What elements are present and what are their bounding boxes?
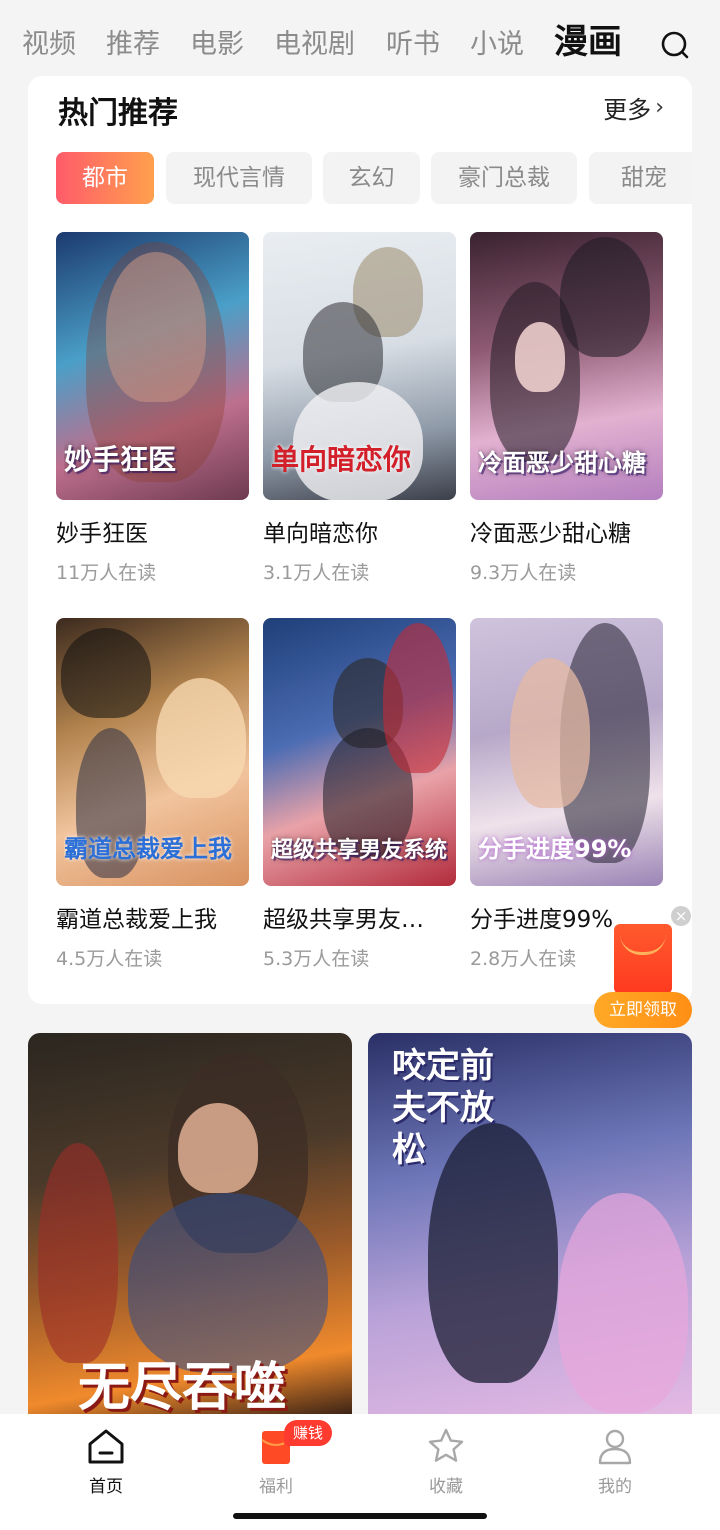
book-card[interactable]: 超级共享男友系统 超级共享男友… 5.3万人在读: [263, 618, 456, 971]
book-readers: 5.3万人在读: [263, 948, 370, 970]
book-readers: 3.1万人在读: [263, 562, 370, 584]
book-card[interactable]: 霸道总裁爱上我 霸道总裁爱上我 4.5万人在读: [56, 618, 249, 971]
book-cover[interactable]: 分手进度99%: [470, 618, 663, 886]
book-card[interactable]: 妙手狂医 妙手狂医 11万人在读: [56, 232, 249, 585]
section-title: 热门推荐: [58, 96, 178, 131]
book-readers: 4.5万人在读: [56, 948, 163, 970]
book-title: 单向暗恋你: [263, 521, 378, 547]
tab-label: 福利: [259, 1477, 293, 1497]
book-title: 超级共享男友…: [263, 907, 424, 933]
nav-item-comic[interactable]: 漫画: [554, 14, 622, 63]
hot-recommend-card: 热门推荐 更多 › 都市 现代言情 玄幻 豪门总裁 甜宠 妙手狂医 妙手狂医 1…: [28, 76, 692, 1004]
tab-fantasy[interactable]: 玄幻: [323, 152, 420, 204]
feed-card[interactable]: 无尽吞噬: [28, 1033, 352, 1415]
tab-label: 收藏: [429, 1477, 463, 1497]
book-cover[interactable]: 妙手狂医: [56, 232, 249, 500]
more-link[interactable]: 更多 ›: [603, 90, 664, 125]
claim-button[interactable]: 立即领取: [594, 992, 692, 1028]
book-cover[interactable]: 超级共享男友系统: [263, 618, 456, 886]
search-icon[interactable]: [661, 31, 689, 59]
star-icon: [428, 1428, 464, 1462]
feed-card[interactable]: 咬定前夫不放松: [368, 1033, 692, 1415]
cover-title: 超级共享男友系统: [271, 838, 448, 863]
tab-label: 我的: [598, 1477, 632, 1497]
book-cover[interactable]: 冷面恶少甜心糖: [470, 232, 663, 500]
cover-title: 妙手狂医: [64, 443, 177, 476]
tab-favorites[interactable]: 收藏: [386, 1426, 506, 1497]
book-readers: 11万人在读: [56, 562, 157, 584]
cover-title: 霸道总裁爱上我: [64, 835, 232, 863]
tab-home[interactable]: 首页: [46, 1426, 166, 1497]
tab-profile[interactable]: 我的: [555, 1426, 675, 1497]
book-title: 冷面恶少甜心糖: [470, 521, 631, 547]
book-card[interactable]: 分手进度99% 分手进度99% 2.8万人在读: [470, 618, 663, 971]
cover-title: 单向暗恋你: [271, 443, 412, 476]
book-readers: 9.3万人在读: [470, 562, 577, 584]
cover-title: 冷面恶少甜心糖: [478, 449, 646, 477]
app-root: 视频 推荐 电影 电视剧 听书 小说 漫画 热门推荐 更多 › 都市 现代言情 …: [0, 0, 720, 1530]
earn-badge: 赚钱: [284, 1420, 332, 1446]
cover-title: 分手进度99%: [478, 835, 632, 863]
close-icon[interactable]: ×: [671, 906, 691, 926]
more-label: 更多: [603, 96, 652, 124]
nav-item-movie[interactable]: 电影: [190, 22, 244, 61]
book-card[interactable]: 冷面恶少甜心糖 冷面恶少甜心糖 9.3万人在读: [470, 232, 663, 585]
nav-item-recommend[interactable]: 推荐: [106, 22, 160, 61]
chevron-right-icon: ›: [655, 95, 664, 120]
top-nav: 视频 推荐 电影 电视剧 听书 小说 漫画: [0, 0, 720, 76]
cover-title: 咬定前夫不放松: [392, 1046, 494, 1170]
cover-title: 无尽吞噬: [78, 1358, 287, 1415]
tab-label: 首页: [89, 1477, 123, 1497]
nav-item-tv[interactable]: 电视剧: [274, 22, 355, 61]
nav-item-novel[interactable]: 小说: [470, 22, 524, 61]
book-cover[interactable]: 单向暗恋你: [263, 232, 456, 500]
home-indicator: [233, 1513, 487, 1519]
nav-item-audiobook[interactable]: 听书: [386, 22, 440, 61]
book-card[interactable]: 单向暗恋你 单向暗恋你 3.1万人在读: [263, 232, 456, 585]
user-icon: [598, 1429, 632, 1465]
tab-modern-romance[interactable]: 现代言情: [166, 152, 312, 204]
tab-urban[interactable]: 都市: [56, 152, 154, 204]
tab-ceo[interactable]: 豪门总裁: [431, 152, 577, 204]
red-packet-icon[interactable]: [614, 924, 672, 994]
genre-tabs: 都市 现代言情 玄幻 豪门总裁 甜宠: [56, 152, 692, 204]
nav-item-video[interactable]: 视频: [22, 22, 76, 61]
book-cover[interactable]: 霸道总裁爱上我: [56, 618, 249, 886]
book-title: 霸道总裁爱上我: [56, 907, 217, 933]
home-icon: [88, 1429, 124, 1464]
book-title: 妙手狂医: [56, 521, 148, 547]
tab-sweet[interactable]: 甜宠: [589, 152, 692, 204]
